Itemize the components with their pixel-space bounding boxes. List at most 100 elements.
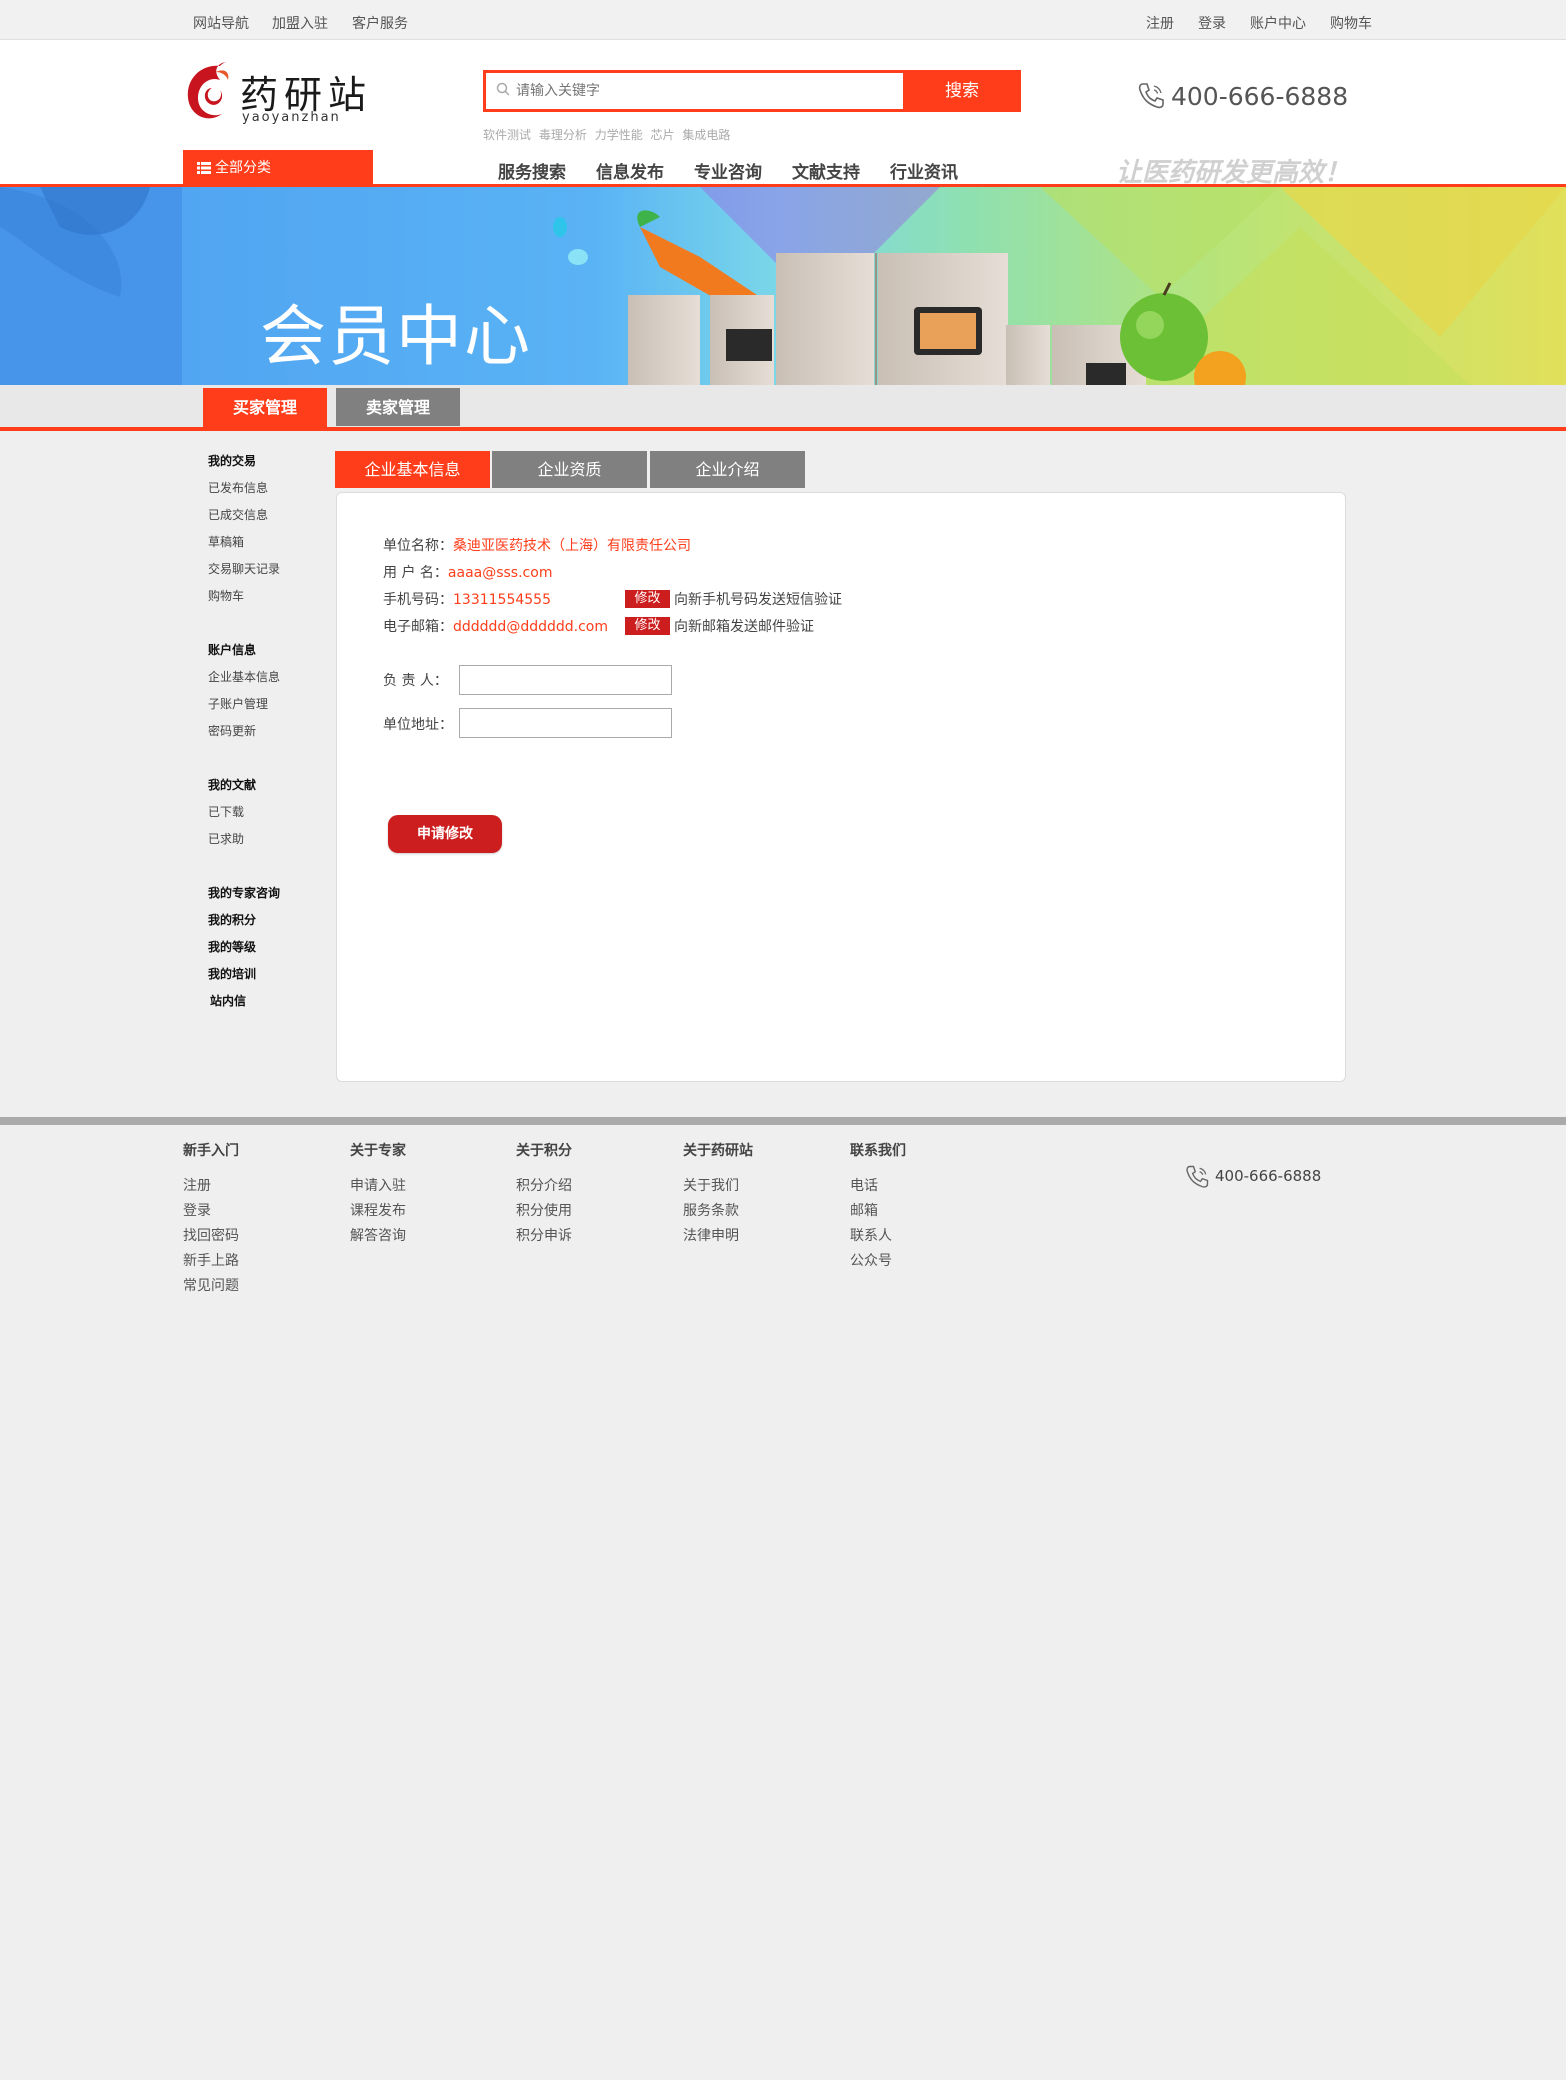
footer-heading-contact: 联系我们 [850,1143,906,1159]
footer-phone-number: 400-666-6888 [1215,1167,1322,1185]
sidebar-item-drafts[interactable]: 草稿箱 [208,533,244,550]
footer-link-answer[interactable]: 解答咨询 [350,1225,406,1245]
tab-buyer-management[interactable]: 买家管理 [203,388,327,428]
sidebar-heading-literature: 我的文献 [208,778,257,792]
sidebar-heading-account: 账户信息 [208,643,257,657]
hotword-link[interactable]: 集成电路 [682,128,730,142]
tab-seller-management[interactable]: 卖家管理 [336,388,460,426]
edit-email-button[interactable]: 修改 [625,617,670,635]
topbar-link-cart[interactable]: 购物车 [1330,13,1372,33]
sidebar-item-company-info[interactable]: 企业基本信息 [208,668,280,685]
username-label: 用 户 名： [383,565,448,581]
footer-link-legal[interactable]: 法律申明 [683,1225,739,1245]
banner-title: 会员中心 [260,298,532,375]
hot-keywords: 软件测试 毒理分析 力学性能 芯片 集成电路 [483,126,734,143]
footer-link-login[interactable]: 登录 [183,1200,211,1220]
footer-link-about-us[interactable]: 关于我们 [683,1175,739,1195]
topbar-link-account[interactable]: 账户中心 [1250,13,1306,33]
username-value: aaaa@sss.com [447,565,553,581]
footer-divider [0,1117,1566,1125]
footer-link-points-use[interactable]: 积分使用 [516,1200,572,1220]
nav-service-search[interactable]: 服务搜索 [498,158,566,183]
hotword-link[interactable]: 软件测试 [483,128,531,142]
footer-link-getting-started[interactable]: 新手上路 [183,1250,239,1270]
sidebar-item-level[interactable]: 我的等级 [208,938,256,955]
topbar-link-join[interactable]: 加盟入驻 [272,13,328,33]
company-info-panel: 单位名称：桑迪亚医药技术（上海）有限责任公司 用 户 名：aaaa@sss.co… [336,492,1346,1082]
sidebar-item-password[interactable]: 密码更新 [208,722,256,739]
footer-link-course-publish[interactable]: 课程发布 [350,1200,406,1220]
edit-mobile-button[interactable]: 修改 [625,590,670,608]
footer-link-contact-person[interactable]: 联系人 [850,1225,892,1245]
sidebar-heading-my-trades: 我的交易 [208,454,257,468]
mobile-hint: 向新手机号码发送短信验证 [674,592,842,608]
footer-heading-points: 关于积分 [516,1143,572,1159]
footer-link-apply[interactable]: 申请入驻 [350,1175,406,1195]
address-input[interactable] [459,708,672,738]
address-label: 单位地址： [383,717,453,733]
list-icon [197,162,211,174]
owner-label: 负 责 人： [383,673,448,689]
tab-company-qualification[interactable]: 企业资质 [492,451,647,488]
search-icon [496,82,510,96]
logo-mark-icon [187,62,229,119]
footer-link-phone[interactable]: 电话 [850,1175,878,1195]
nav-industry-news[interactable]: 行业资讯 [890,158,958,183]
topbar-link-login[interactable]: 登录 [1198,13,1226,33]
footer-link-email[interactable]: 邮箱 [850,1200,878,1220]
email-hint: 向新邮箱发送邮件验证 [674,619,814,635]
tab-company-basic-info[interactable]: 企业基本信息 [335,451,490,488]
owner-input[interactable] [459,665,672,695]
topbar-link-service[interactable]: 客户服务 [352,13,408,33]
topbar-link-site-nav[interactable]: 网站导航 [193,13,249,33]
sidebar-item-cart[interactable]: 购物车 [208,587,244,604]
footer-heading-about: 关于药研站 [683,1143,753,1159]
sidebar-item-sub-accounts[interactable]: 子账户管理 [208,695,268,712]
footer-heading-experts: 关于专家 [350,1143,406,1159]
sidebar-item-expert-consult[interactable]: 我的专家咨询 [208,884,280,901]
footer-link-wechat[interactable]: 公众号 [850,1250,892,1270]
top-bar: 网站导航 加盟入驻 客户服务 注册 登录 账户中心 购物车 [0,0,1566,40]
email-label: 电子邮箱： [383,619,453,635]
footer-link-register[interactable]: 注册 [183,1175,211,1195]
nav-consulting[interactable]: 专业咨询 [694,158,762,183]
footer-link-points-intro[interactable]: 积分介绍 [516,1175,572,1195]
sidebar-item-requested[interactable]: 已求助 [208,830,244,847]
sidebar-item-chat-history[interactable]: 交易聊天记录 [208,560,280,577]
search-input[interactable] [516,73,916,109]
sidebar-item-downloaded[interactable]: 已下载 [208,803,244,820]
footer-link-faq[interactable]: 常见问题 [183,1275,239,1295]
hotword-link[interactable]: 芯片 [651,128,675,142]
email-value: dddddd@dddddd.com [453,619,608,635]
sidebar-item-completed[interactable]: 已成交信息 [208,506,268,523]
search-button[interactable]: 搜索 [903,70,1021,112]
search-box: 搜索 [483,70,1021,112]
hotword-link[interactable]: 力学性能 [595,128,643,142]
hotword-link[interactable]: 毒理分析 [539,128,587,142]
apply-change-button[interactable]: 申请修改 [388,815,502,853]
all-categories-button[interactable]: 全部分类 [183,150,373,186]
topbar-link-register[interactable]: 注册 [1146,13,1174,33]
sidebar-item-messages[interactable]: 站内信 [210,992,246,1009]
all-categories-label: 全部分类 [215,160,271,176]
footer-link-terms[interactable]: 服务条款 [683,1200,739,1220]
mobile-value: 13311554555 [453,592,551,608]
phone-icon [1138,83,1164,109]
company-name-value: 桑迪亚医药技术（上海）有限责任公司 [453,538,691,554]
sidebar-item-points[interactable]: 我的积分 [208,911,256,928]
mobile-label: 手机号码： [383,592,453,608]
footer-heading-beginner: 新手入门 [183,1143,239,1159]
footer-link-points-appeal[interactable]: 积分申诉 [516,1225,572,1245]
member-center-banner: 会员中心 [0,187,1566,385]
tab-company-intro[interactable]: 企业介绍 [650,451,805,488]
nav-info-publish[interactable]: 信息发布 [596,158,664,183]
footer-link-recover-password[interactable]: 找回密码 [183,1225,239,1245]
logo-pinyin: yaoyanzhan [242,110,341,125]
sidebar-item-published[interactable]: 已发布信息 [208,479,268,496]
sidebar-item-training[interactable]: 我的培训 [208,965,256,982]
company-name-label: 单位名称： [383,538,453,554]
nav-literature[interactable]: 文献支持 [792,158,860,183]
phone-icon [1186,1165,1209,1188]
banner-artwork [0,187,1566,385]
site-logo[interactable]: 药研站 yaoyanzhan [182,58,382,132]
